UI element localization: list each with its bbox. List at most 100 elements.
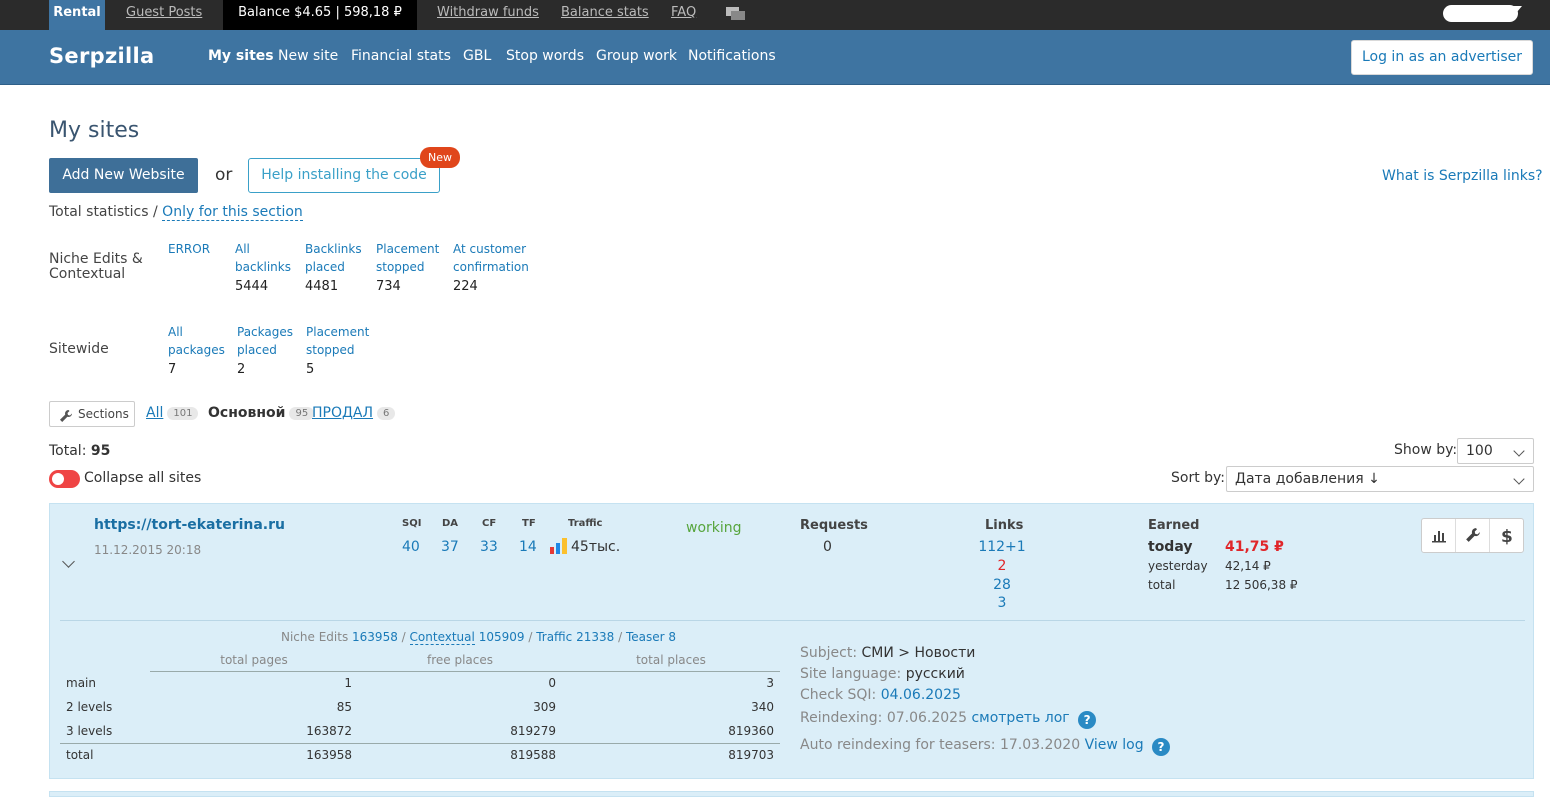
contextual-label[interactable]: Contextual bbox=[409, 630, 475, 645]
traffic-type-label[interactable]: Traffic bbox=[536, 630, 572, 644]
tab-count: 6 bbox=[377, 407, 396, 420]
auto-reindex-line: Auto reindexing for teasers: 17.03.2020 … bbox=[800, 737, 1171, 756]
language-label: Site language: bbox=[800, 666, 902, 682]
table-row: main 1 0 3 bbox=[60, 671, 780, 695]
teaser-count[interactable]: 8 bbox=[668, 630, 676, 644]
stat-label[interactable]: All backlinks bbox=[235, 240, 295, 276]
yesterday-label: yesterday bbox=[1148, 559, 1208, 573]
stat-placement-stopped: Placement stopped 734 bbox=[376, 240, 446, 296]
view-log-link[interactable]: View log bbox=[1085, 737, 1144, 753]
earnings-button[interactable]: $ bbox=[1490, 519, 1524, 552]
show-by-label: Show by: bbox=[1394, 442, 1458, 458]
sections-label: Sections bbox=[78, 407, 129, 421]
nav-group-work[interactable]: Group work bbox=[596, 48, 677, 64]
tab-label[interactable]: ПРОДАЛ bbox=[312, 405, 373, 421]
svg-text:$: $ bbox=[1501, 527, 1513, 545]
only-section-link[interactable]: Only for this section bbox=[162, 204, 303, 221]
table-row: 3 levels 163872 819279 819360 bbox=[60, 719, 780, 743]
table-row: 2 levels 85 309 340 bbox=[60, 695, 780, 719]
links-count[interactable]: 28 bbox=[972, 577, 1032, 593]
stat-label[interactable]: At customer confirmation bbox=[453, 240, 533, 276]
what-is-serpzilla-link[interactable]: What is Serpzilla links? bbox=[1382, 168, 1543, 184]
cell: 3 bbox=[766, 676, 774, 691]
balance-display: Balance $4.65 | 598,18 ₽ bbox=[223, 0, 417, 30]
total-value: 95 bbox=[90, 443, 111, 459]
stat-sitewide-stopped: Placement stopped 5 bbox=[306, 323, 376, 379]
faq-link[interactable]: FAQ bbox=[671, 0, 696, 30]
logo[interactable]: Serpzilla bbox=[49, 44, 154, 68]
teaser-label[interactable]: Teaser bbox=[626, 630, 665, 644]
metric-da-value[interactable]: 37 bbox=[441, 539, 459, 555]
help-icon[interactable]: ? bbox=[1152, 738, 1171, 756]
tab-guest-posts[interactable]: Guest Posts bbox=[126, 0, 202, 30]
sort-by-select[interactable]: Дата добавления ↓ bbox=[1226, 466, 1534, 492]
stat-label[interactable]: Packages placed bbox=[237, 323, 297, 359]
cell: 163958 bbox=[150, 742, 358, 767]
tab-label[interactable]: Основной bbox=[208, 405, 285, 421]
metric-sqi-value[interactable]: 40 bbox=[402, 539, 420, 555]
links-count[interactable]: 3 bbox=[972, 595, 1032, 611]
metric-tf-value[interactable]: 14 bbox=[519, 539, 537, 555]
collapse-toggle[interactable] bbox=[49, 470, 80, 488]
withdraw-link[interactable]: Withdraw funds bbox=[437, 0, 539, 30]
stat-label[interactable]: Backlinks placed bbox=[305, 240, 370, 276]
site-date: 11.12.2015 20:18 bbox=[94, 543, 202, 557]
stat-value: 5444 bbox=[235, 279, 269, 294]
total-stats-label: Total statistics / bbox=[49, 204, 158, 220]
stat-customer-confirmation: At customer confirmation 224 bbox=[453, 240, 533, 296]
requests-value[interactable]: 0 bbox=[823, 539, 832, 555]
nav-stop-words[interactable]: Stop words bbox=[506, 48, 584, 64]
show-by-select[interactable]: 100 bbox=[1457, 438, 1534, 464]
today-value: 41,75 ₽ bbox=[1225, 539, 1284, 555]
auto-reindex-date: 17.03.2020 bbox=[999, 737, 1081, 753]
top-bar: Rental Guest Posts Balance $4.65 | 598,1… bbox=[0, 0, 1550, 30]
stat-label[interactable]: Placement stopped bbox=[306, 323, 376, 359]
stat-value: 5 bbox=[306, 362, 315, 377]
sections-button[interactable]: Sections bbox=[49, 401, 135, 427]
chevron-down-icon[interactable] bbox=[62, 555, 75, 568]
nav-financial-stats[interactable]: Financial stats bbox=[351, 48, 451, 64]
wrench-icon bbox=[59, 407, 73, 422]
niche-label: Niche Edits & Contextual bbox=[49, 251, 143, 282]
cell: 309 bbox=[533, 700, 556, 714]
reindex-label: Reindexing: 07.06.2025 bbox=[800, 710, 967, 726]
stat-label[interactable]: Placement stopped bbox=[376, 240, 446, 276]
links-count-red[interactable]: 2 bbox=[972, 558, 1032, 574]
tab-label[interactable]: All bbox=[146, 405, 163, 421]
check-sqi-date[interactable]: 04.06.2025 bbox=[881, 687, 961, 703]
stat-label[interactable]: ERROR bbox=[168, 240, 228, 258]
traffic-type-count[interactable]: 21338 bbox=[576, 630, 614, 644]
metric-da-label: DA bbox=[442, 518, 459, 529]
row-label: 3 levels bbox=[66, 723, 113, 738]
help-icon[interactable]: ? bbox=[1078, 711, 1097, 729]
stat-all-backlinks: All backlinks 5444 bbox=[235, 240, 295, 296]
tab-prodal[interactable]: ПРОДАЛ 6 bbox=[312, 405, 396, 421]
nav-notifications[interactable]: Notifications bbox=[688, 48, 776, 64]
balance-stats-link[interactable]: Balance stats bbox=[561, 0, 649, 30]
nav-gbl[interactable]: GBL bbox=[463, 48, 491, 64]
collapse-label: Collapse all sites bbox=[84, 470, 202, 486]
site-url-link[interactable]: https://tort-ekaterina.ru bbox=[94, 517, 285, 533]
tab-osnovnoy[interactable]: Основной 95 bbox=[208, 405, 315, 421]
metric-cf-value[interactable]: 33 bbox=[480, 539, 498, 555]
stats-button[interactable] bbox=[1422, 519, 1456, 552]
check-sqi-label: Check SQI: bbox=[800, 687, 877, 703]
stat-label[interactable]: All packages bbox=[168, 323, 228, 359]
links-total[interactable]: 112+1 bbox=[972, 539, 1032, 555]
tab-all[interactable]: All 101 bbox=[146, 405, 199, 421]
contextual-count[interactable]: 105909 bbox=[479, 630, 525, 644]
nav-new-site[interactable]: New site bbox=[278, 48, 338, 64]
add-website-button[interactable]: Add New Website bbox=[49, 158, 198, 193]
nav-my-sites[interactable]: My sites bbox=[208, 48, 274, 64]
chevron-down-icon[interactable] bbox=[1512, 6, 1522, 12]
help-install-button[interactable]: Help installing the code bbox=[248, 158, 440, 193]
user-menu[interactable] bbox=[1443, 5, 1518, 22]
tab-rental[interactable]: Rental bbox=[49, 0, 105, 30]
traffic-chart-icon[interactable] bbox=[550, 538, 567, 554]
chat-icon[interactable] bbox=[726, 5, 746, 23]
reindex-log-link[interactable]: смотреть лог bbox=[971, 710, 1069, 726]
niche-edits-count[interactable]: 163958 bbox=[352, 630, 398, 644]
settings-button[interactable] bbox=[1456, 519, 1490, 552]
site-card: https://tort-ekaterina.ru 11.12.2015 20:… bbox=[49, 503, 1534, 779]
advertiser-login-button[interactable]: Log in as an advertiser bbox=[1351, 40, 1533, 75]
